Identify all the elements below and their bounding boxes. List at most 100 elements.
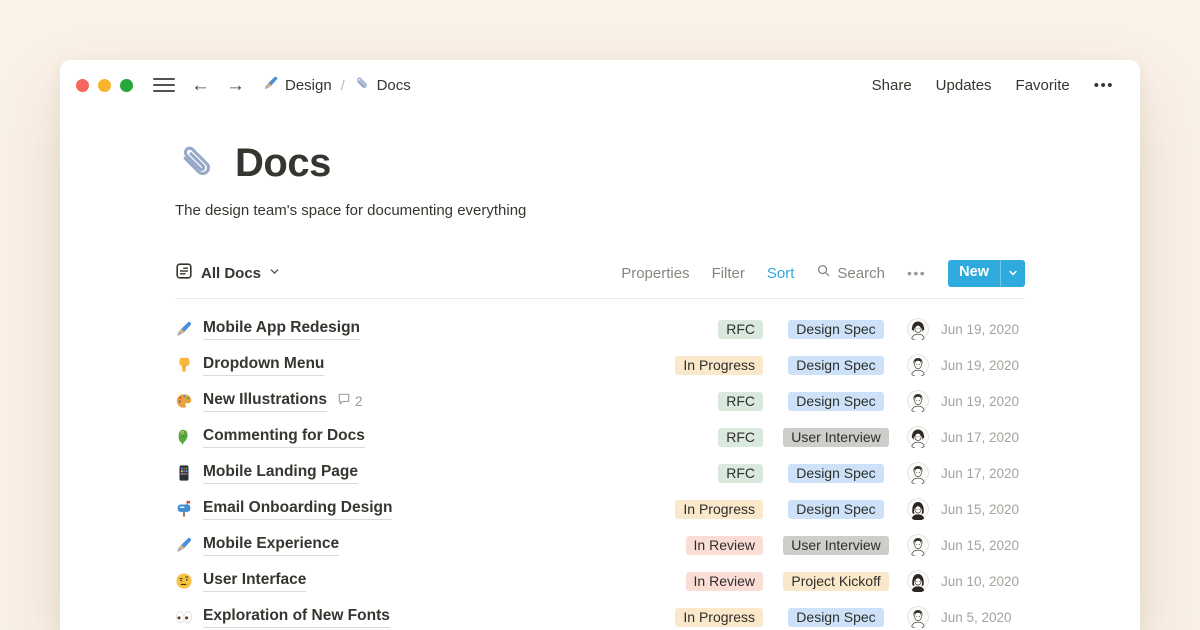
search-icon — [816, 263, 831, 283]
doc-date[interactable]: Jun 17, 2020 — [941, 430, 1025, 445]
doc-row[interactable]: Email Onboarding Design In Progress Desi… — [175, 491, 1025, 527]
avatar-woman-headphones[interactable] — [895, 426, 941, 448]
type-badge[interactable]: User Interview — [783, 428, 888, 447]
page-subtitle: The design team's space for documenting … — [175, 202, 1025, 219]
page-paperclip-icon[interactable] — [175, 140, 221, 186]
status-badge[interactable]: RFC — [718, 392, 763, 411]
toolbar-controls: Properties Filter Sort Search ••• New — [621, 260, 1025, 287]
avatar-man[interactable] — [895, 606, 941, 628]
view-toolbar: All Docs Properties Filter Sort Search — [175, 257, 1025, 289]
type-badge[interactable]: Design Spec — [788, 356, 883, 375]
new-button-dropdown[interactable] — [1000, 260, 1025, 287]
doc-date[interactable]: Jun 15, 2020 — [941, 538, 1025, 553]
sort-button[interactable]: Sort — [767, 265, 795, 282]
type-badge[interactable]: Design Spec — [788, 608, 883, 627]
avatar-man[interactable] — [895, 534, 941, 556]
breadcrumb-label: Docs — [377, 77, 411, 94]
doc-title[interactable]: Dropdown Menu — [203, 355, 324, 376]
status-badge[interactable]: In Review — [686, 536, 763, 555]
eyes-icon — [175, 608, 203, 626]
minimize-window-button[interactable] — [98, 79, 111, 92]
type-badge[interactable]: User Interview — [783, 536, 888, 555]
status-badge[interactable]: RFC — [718, 464, 763, 483]
doc-title[interactable]: Commenting for Docs — [203, 427, 365, 448]
status-badge[interactable]: In Progress — [675, 356, 763, 375]
mailbox-icon — [175, 500, 203, 518]
avatar-man[interactable] — [895, 354, 941, 376]
type-badge[interactable]: Project Kickoff — [783, 572, 888, 591]
status-badge[interactable]: In Progress — [675, 500, 763, 519]
avatar-man[interactable] — [895, 390, 941, 412]
favorite-button[interactable]: Favorite — [1016, 77, 1070, 94]
type-badge[interactable]: Design Spec — [788, 392, 883, 411]
avatar-woman-bob[interactable] — [895, 498, 941, 520]
doc-list-icon — [175, 262, 193, 285]
type-badge[interactable]: Design Spec — [788, 500, 883, 519]
sidebar-menu-icon[interactable] — [153, 78, 175, 92]
properties-button[interactable]: Properties — [621, 265, 689, 282]
breadcrumb-item-design[interactable]: Design — [263, 75, 332, 95]
updates-button[interactable]: Updates — [936, 77, 992, 94]
comment-indicator[interactable]: 2 — [337, 392, 363, 411]
comment-count: 2 — [355, 394, 363, 409]
close-window-button[interactable] — [76, 79, 89, 92]
status-badge[interactable]: In Review — [686, 572, 763, 591]
doc-date[interactable]: Jun 15, 2020 — [941, 502, 1025, 517]
doc-row[interactable]: Mobile Experience In Review User Intervi… — [175, 527, 1025, 563]
avatar-man[interactable] — [895, 462, 941, 484]
doc-date[interactable]: Jun 10, 2020 — [941, 574, 1025, 589]
window-titlebar: ← → Design / Docs Share — [60, 60, 1140, 110]
more-options-icon[interactable]: ••• — [1094, 77, 1114, 94]
doc-title[interactable]: Mobile Experience — [203, 535, 339, 556]
traffic-lights — [76, 79, 133, 92]
doc-title[interactable]: Mobile Landing Page — [203, 463, 358, 484]
parrot-icon — [175, 428, 203, 446]
avatar-woman-headphones[interactable] — [895, 318, 941, 340]
doc-date[interactable]: Jun 19, 2020 — [941, 322, 1025, 337]
status-badge[interactable]: RFC — [718, 428, 763, 447]
breadcrumb: Design / Docs — [263, 75, 411, 96]
raised-eyebrow-face-icon — [175, 572, 203, 590]
forward-button[interactable]: → — [226, 76, 245, 95]
doc-row[interactable]: Mobile App Redesign RFC Design Spec Jun … — [175, 311, 1025, 347]
doc-title[interactable]: User Interface — [203, 571, 306, 592]
doc-title[interactable]: Mobile App Redesign — [203, 319, 360, 340]
paintbrush-icon — [263, 75, 279, 95]
breadcrumb-separator: / — [339, 77, 347, 93]
doc-title[interactable]: Exploration of New Fonts — [203, 607, 390, 628]
mobile-phone-icon — [175, 464, 203, 482]
paintbrush-icon — [175, 320, 203, 338]
share-button[interactable]: Share — [872, 77, 912, 94]
doc-date[interactable]: Jun 19, 2020 — [941, 358, 1025, 373]
filter-button[interactable]: Filter — [712, 265, 745, 282]
avatar-woman-bob[interactable] — [895, 570, 941, 592]
chevron-down-icon — [269, 264, 280, 282]
back-button[interactable]: ← — [191, 76, 210, 95]
doc-title[interactable]: New Illustrations — [203, 391, 327, 412]
status-badge[interactable]: RFC — [718, 320, 763, 339]
doc-title[interactable]: Email Onboarding Design — [203, 499, 392, 520]
status-badge[interactable]: In Progress — [675, 608, 763, 627]
type-badge[interactable]: Design Spec — [788, 464, 883, 483]
doc-row[interactable]: Commenting for Docs RFC User Interview J… — [175, 419, 1025, 455]
doc-row[interactable]: Exploration of New Fonts In Progress Des… — [175, 599, 1025, 630]
doc-row[interactable]: Mobile Landing Page RFC Design Spec Jun … — [175, 455, 1025, 491]
doc-row[interactable]: Dropdown Menu In Progress Design Spec Ju… — [175, 347, 1025, 383]
page-title: Docs — [235, 141, 331, 186]
search-button[interactable]: Search — [816, 263, 885, 283]
doc-date[interactable]: Jun 19, 2020 — [941, 394, 1025, 409]
doc-row[interactable]: User Interface In Review Project Kickoff… — [175, 563, 1025, 599]
doc-date[interactable]: Jun 17, 2020 — [941, 466, 1025, 481]
new-button-label[interactable]: New — [948, 260, 1000, 287]
search-label: Search — [837, 265, 885, 282]
doc-date[interactable]: Jun 5, 2020 — [941, 610, 1025, 625]
doc-row[interactable]: New Illustrations 2 RFC Design Spec Jun … — [175, 383, 1025, 419]
view-label: All Docs — [201, 265, 261, 282]
breadcrumb-item-docs[interactable]: Docs — [354, 75, 411, 96]
new-button[interactable]: New — [948, 260, 1025, 287]
type-badge[interactable]: Design Spec — [788, 320, 883, 339]
zoom-window-button[interactable] — [120, 79, 133, 92]
hand-down-icon — [175, 356, 203, 374]
view-switcher[interactable]: All Docs — [175, 262, 280, 285]
toolbar-more-icon[interactable]: ••• — [907, 265, 926, 281]
